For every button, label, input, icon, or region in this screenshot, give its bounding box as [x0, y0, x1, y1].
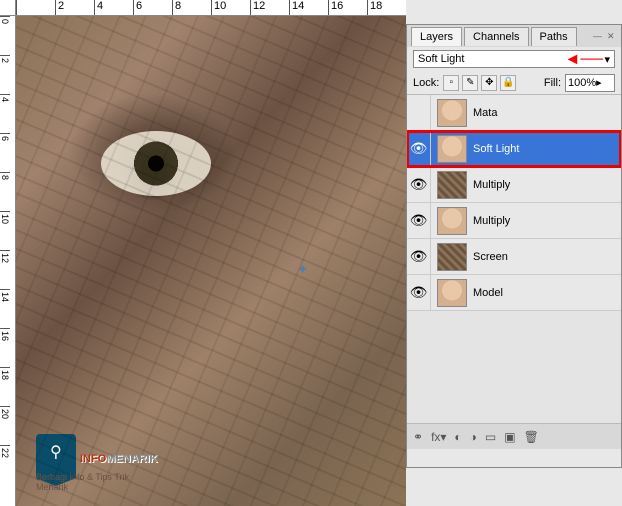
ruler-tick: 2 [0, 55, 10, 94]
lock-position-icon[interactable]: ✥ [481, 75, 497, 91]
ruler-tick: 10 [211, 0, 250, 15]
ruler-tick: 18 [367, 0, 406, 15]
layer-thumbnail[interactable] [437, 243, 467, 271]
watermark-tagline: Berbagi Info & Tips Trik Menarik [36, 472, 158, 492]
layer-row[interactable]: 👁 Screen [407, 239, 621, 275]
trash-icon[interactable]: 🗑 [524, 430, 539, 444]
visibility-toggle-icon[interactable]: 👁 [407, 203, 431, 239]
canvas-area: 24681012141618 0246810121416182022 ✦ INF… [0, 0, 406, 506]
layer-thumbnail[interactable] [437, 171, 467, 199]
watermark-brand-b: MENARIK [106, 453, 157, 465]
image-eye-region [101, 131, 211, 196]
ruler-horizontal: 24681012141618 [16, 0, 406, 16]
crosshair-cursor: ✦ [297, 261, 309, 278]
ruler-origin[interactable] [0, 0, 16, 16]
adjustment-icon[interactable]: ◑ [470, 430, 477, 444]
ruler-tick: 8 [172, 0, 211, 15]
layer-thumbnail[interactable] [437, 99, 467, 127]
visibility-toggle-icon[interactable]: 👁 [407, 167, 431, 203]
ruler-tick: 14 [0, 289, 10, 328]
ruler-tick: 12 [250, 0, 289, 15]
ruler-tick: 20 [0, 406, 10, 445]
document-canvas[interactable]: ✦ INFOMENARIK Berbagi Info & Tips Trik M… [16, 16, 406, 506]
layer-thumbnail[interactable] [437, 207, 467, 235]
ruler-tick: 4 [0, 94, 10, 133]
layer-thumbnail[interactable] [437, 135, 467, 163]
ruler-vertical: 0246810121416182022 [0, 16, 16, 506]
group-icon[interactable]: ▭ [485, 430, 496, 444]
layer-row[interactable]: 👁 Model [407, 275, 621, 311]
layers-panel: LayersChannelsPaths — ✕ Soft Light ▾ ◄──… [406, 24, 622, 468]
watermark-brand-a: INFO [80, 453, 106, 465]
mask-icon[interactable]: ◐ [454, 430, 461, 444]
ruler-tick: 10 [0, 211, 10, 250]
layer-name-label[interactable]: Mata [473, 107, 621, 119]
ruler-tick: 12 [0, 250, 10, 289]
visibility-toggle-icon[interactable]: 👁 [407, 275, 431, 311]
close-panel-icon[interactable]: ✕ [607, 31, 617, 41]
ruler-tick [16, 0, 55, 15]
fx-icon[interactable]: fx▾ [431, 430, 446, 444]
layer-name-label[interactable]: Multiply [473, 179, 621, 191]
blend-mode-value: Soft Light [418, 53, 464, 65]
ruler-tick: 0 [0, 16, 10, 55]
watermark: INFOMENARIK Berbagi Info & Tips Trik Men… [36, 434, 158, 478]
layer-name-label[interactable]: Screen [473, 251, 621, 263]
fill-input[interactable]: 100%▸ [565, 74, 615, 92]
ruler-tick: 16 [0, 328, 10, 367]
ruler-tick: 6 [0, 133, 10, 172]
layer-row[interactable]: 👁 Soft Light [407, 131, 621, 167]
ruler-tick: 8 [0, 172, 10, 211]
ruler-tick: 18 [0, 367, 10, 406]
ruler-tick: 14 [289, 0, 328, 15]
layer-row[interactable]: 👁 Multiply [407, 203, 621, 239]
new-layer-icon[interactable]: ▣ [504, 430, 515, 444]
lock-transparent-icon[interactable]: ▫ [443, 75, 459, 91]
chevron-right-icon: ▸ [596, 76, 602, 89]
minimize-panel-icon[interactable]: — [593, 31, 603, 41]
visibility-toggle-icon[interactable] [407, 95, 431, 131]
panel-tab-bar: LayersChannelsPaths — ✕ [407, 25, 621, 47]
link-icon[interactable]: ⚭ [413, 430, 423, 444]
lock-pixels-icon[interactable]: ✎ [462, 75, 478, 91]
lock-all-icon[interactable]: 🔒 [500, 75, 516, 91]
layer-row[interactable]: Mata [407, 95, 621, 131]
visibility-toggle-icon[interactable]: 👁 [407, 131, 431, 167]
lock-label: Lock: [413, 77, 439, 89]
ruler-tick: 22 [0, 445, 10, 484]
watermark-badge-icon [36, 434, 76, 478]
layer-thumbnail[interactable] [437, 279, 467, 307]
visibility-toggle-icon[interactable]: 👁 [407, 239, 431, 275]
tab-paths[interactable]: Paths [531, 27, 577, 46]
layer-name-label[interactable]: Model [473, 287, 621, 299]
layer-name-label[interactable]: Multiply [473, 215, 621, 227]
ruler-tick: 16 [328, 0, 367, 15]
tab-channels[interactable]: Channels [464, 27, 528, 46]
layers-list[interactable]: Mata 👁 Soft Light 👁 Multiply 👁 Multiply 👁 Screen… [407, 95, 621, 423]
ruler-tick: 6 [133, 0, 172, 15]
layer-row[interactable]: 👁 Multiply [407, 167, 621, 203]
annotation-arrow-icon: ◄── [564, 51, 603, 69]
panel-footer: ⚭ fx▾ ◐ ◑ ▭ ▣ 🗑 [407, 423, 621, 449]
ruler-tick: 4 [94, 0, 133, 15]
ruler-tick: 2 [55, 0, 94, 15]
tab-layers[interactable]: Layers [411, 27, 462, 46]
fill-label: Fill: [544, 77, 561, 89]
chevron-down-icon: ▾ [604, 53, 610, 66]
layer-name-label[interactable]: Soft Light [473, 143, 621, 155]
